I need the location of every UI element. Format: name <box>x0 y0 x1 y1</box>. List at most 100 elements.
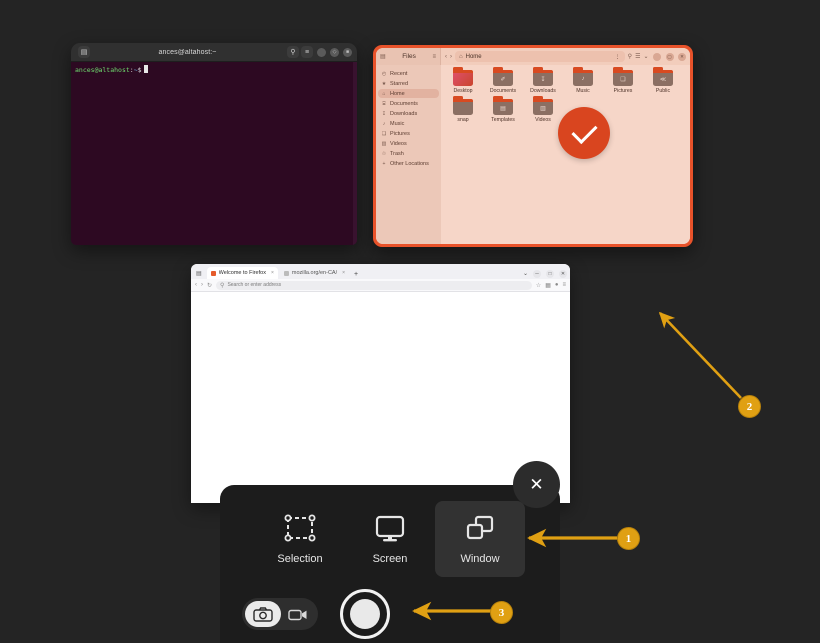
sidebar-toggle-icon[interactable]: ▤ <box>380 54 386 60</box>
sort-icon[interactable]: ⌄ <box>643 54 648 60</box>
hamburger-menu-icon[interactable]: ≡ <box>562 282 566 288</box>
sidebar-item-label: Music <box>390 120 405 127</box>
arrow-2 <box>658 311 742 399</box>
file-manager-headerbar[interactable]: ▤ Files ≡ ‹ › ⌂ Home ⋮ ⚲ ☰ ⌄ ▢ ✕ <box>376 48 690 65</box>
browser-window[interactable]: ▤ Welcome to Firefox × mozilla.org/en-CA/ ×… <box>191 264 570 503</box>
file-item[interactable]: ❑ Pictures <box>603 67 643 94</box>
screen-mode-button[interactable]: Screen <box>345 501 435 577</box>
folder-icon: ↧ <box>533 67 553 86</box>
terminal-body[interactable]: ances@altahost:~$ <box>71 62 357 245</box>
selection-mode-label: Selection <box>277 552 323 565</box>
capture-type-toggle[interactable] <box>242 598 318 630</box>
folder-icon: ♪ <box>573 67 593 86</box>
capture-shutter-button[interactable] <box>340 589 390 639</box>
screen-icon <box>375 515 405 541</box>
sidebar-item-videos[interactable]: ▥ Videos <box>378 139 439 148</box>
sidebar-item-downloads[interactable]: ↧ Downloads <box>378 109 439 118</box>
hamburger-menu-icon[interactable]: ≡ <box>301 46 313 58</box>
file-item-label: Pictures <box>613 88 633 94</box>
terminal-scrollbar[interactable] <box>353 62 357 245</box>
file-item[interactable]: ▥ Videos <box>523 96 563 123</box>
reload-icon[interactable]: ↻ <box>207 282 212 289</box>
forward-icon[interactable]: › <box>201 282 203 288</box>
terminal-close-button[interactable]: ■ <box>343 47 352 57</box>
file-manager-close-button[interactable]: ✕ <box>678 52 686 61</box>
back-icon[interactable]: ‹ <box>445 54 447 60</box>
close-icon: ✕ <box>529 474 544 494</box>
video-mode-button[interactable] <box>281 601 315 627</box>
tab-list-chevron-icon[interactable]: ⌄ <box>523 270 528 279</box>
address-bar[interactable]: ⚲ Search or enter address <box>216 280 532 290</box>
sidebar-item-starred[interactable]: ★ Starred <box>378 79 439 88</box>
sidebar-item-label: Pictures <box>390 130 410 137</box>
file-manager-content[interactable]: Desktop ✐ Documents ↧ Downloads ♪ Music ❑ Pictur… <box>441 65 690 244</box>
path-label: Home <box>465 53 482 60</box>
terminal-maximize-button[interactable]: ◇ <box>330 47 339 57</box>
file-item-label: Music <box>576 88 590 94</box>
view-options-icon[interactable]: ≡ <box>432 54 436 60</box>
file-item[interactable]: ▤ Templates <box>483 96 523 123</box>
sidebar-item-documents[interactable]: ⌸ Documents <box>378 99 439 108</box>
firefox-view-icon[interactable]: ▤ <box>194 270 205 279</box>
browser-content-area[interactable] <box>191 292 570 503</box>
terminal-prompt-dollar: $ <box>137 66 142 74</box>
file-item[interactable]: ↧ Downloads <box>523 67 563 94</box>
file-manager-minimize-button[interactable] <box>653 52 661 61</box>
file-manager-title: Files <box>402 53 416 60</box>
file-item[interactable]: Desktop <box>443 67 483 94</box>
clock-icon: ◴ <box>381 70 387 77</box>
new-tab-button[interactable]: + <box>351 271 361 279</box>
file-item-label: Public <box>655 88 671 94</box>
sidebar-item-recent[interactable]: ◴ Recent <box>378 69 439 78</box>
file-item-label: Desktop <box>453 88 473 94</box>
close-tab-icon[interactable]: × <box>271 270 274 276</box>
file-item-label: Templates <box>491 117 515 123</box>
sidebar-item-label: Starred <box>390 80 409 87</box>
terminal-minimize-button[interactable] <box>317 47 326 57</box>
video-icon: ▥ <box>381 140 387 147</box>
file-manager-sidebar[interactable]: ◴ Recent ★ Starred ⌂ Home ⌸ Documents ↧ Downloads… <box>376 65 441 244</box>
photo-mode-button[interactable] <box>245 601 281 627</box>
camera-icon <box>253 606 273 622</box>
sidebar-item-trash[interactable]: ♲ Trash <box>378 149 439 158</box>
annotation-badge-3: 3 <box>490 601 513 624</box>
bookmark-icon[interactable]: ☆ <box>536 282 541 289</box>
close-tab-icon[interactable]: × <box>342 270 345 276</box>
file-item-label: Videos <box>535 117 551 123</box>
browser-maximize-button[interactable]: □ <box>546 269 554 278</box>
terminal-titlebar[interactable]: ▤ ances@altahost:~ ⚲ ≡ ◇ ■ <box>71 43 357 62</box>
browser-close-button[interactable]: ✕ <box>559 269 567 278</box>
list-view-icon[interactable]: ☰ <box>635 54 640 60</box>
annotation-badge-2: 2 <box>738 395 761 418</box>
folder-icon: ❑ <box>613 67 633 86</box>
search-icon[interactable]: ⚲ <box>287 46 299 58</box>
browser-tabbar[interactable]: ▤ Welcome to Firefox × mozilla.org/en-CA/ ×… <box>191 264 570 279</box>
account-icon[interactable]: ● <box>555 282 559 288</box>
back-icon[interactable]: ‹ <box>195 282 197 288</box>
browser-tab[interactable]: Welcome to Firefox × <box>206 267 278 279</box>
file-item[interactable]: snap <box>443 96 483 123</box>
file-item[interactable]: ✐ Documents <box>483 67 523 94</box>
close-screenshot-tool-button[interactable]: ✕ <box>513 461 560 508</box>
path-bar[interactable]: ⌂ Home ⋮ <box>455 51 625 62</box>
sidebar-item-pictures[interactable]: ❑ Pictures <box>378 129 439 138</box>
path-menu-icon[interactable]: ⋮ <box>615 54 621 60</box>
folder-icon: ≪ <box>653 67 673 86</box>
capture-mode-row[interactable]: Selection Screen Window <box>220 485 560 585</box>
terminal-window[interactable]: ▤ ances@altahost:~ ⚲ ≡ ◇ ■ ances@altahos… <box>71 43 357 245</box>
file-manager-window[interactable]: ▤ Files ≡ ‹ › ⌂ Home ⋮ ⚲ ☰ ⌄ ▢ ✕ ◴ Recen… <box>373 45 693 247</box>
sidebar-item-home[interactable]: ⌂ Home <box>378 89 439 98</box>
file-item[interactable]: ≪ Public <box>643 67 683 94</box>
window-mode-button[interactable]: Window <box>435 501 525 577</box>
file-manager-maximize-button[interactable]: ▢ <box>665 52 674 61</box>
search-icon[interactable]: ⚲ <box>628 54 632 60</box>
browser-minimize-button[interactable]: ─ <box>533 269 541 278</box>
selection-mode-button[interactable]: Selection <box>255 501 345 577</box>
file-item[interactable]: ♪ Music <box>563 67 603 94</box>
browser-tab[interactable]: mozilla.org/en-CA/ × <box>280 267 349 279</box>
sidebar-item-other-locations[interactable]: + Other Locations <box>378 159 439 168</box>
extensions-icon[interactable]: ▦ <box>545 282 551 289</box>
forward-icon[interactable]: › <box>450 54 452 60</box>
sidebar-item-music[interactable]: ♪ Music <box>378 119 439 128</box>
browser-navbar[interactable]: ‹ › ↻ ⚲ Search or enter address ☆ ▦ ● ≡ <box>191 279 570 292</box>
